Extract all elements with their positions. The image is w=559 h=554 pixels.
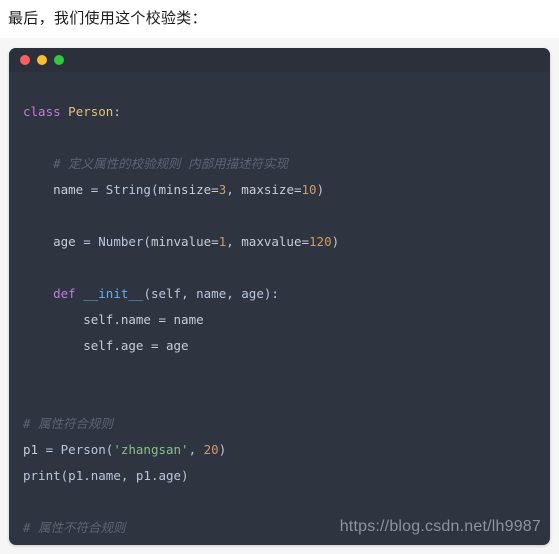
token-print-call: print [23, 467, 61, 483]
token-params-init: (self, name, age): [143, 285, 279, 301]
token-function-init: __init__ [83, 285, 144, 301]
token-comment-rules: # 定义属性的校验规则 内部用描述符实现 [53, 155, 289, 171]
token-comma-2: , [226, 233, 242, 249]
code-block: class Person: # 定义属性的校验规则 内部用描述符实现 name … [9, 48, 550, 545]
token-class-name: Person [68, 103, 114, 119]
token-attr-name: name [53, 181, 84, 197]
token-paren-close-3: ) [218, 441, 227, 457]
token-call-string: String [105, 181, 151, 197]
token-colon: : [113, 103, 121, 119]
token-num-10: 10 [301, 181, 317, 197]
code-line-13: # 属性符合规则 [23, 411, 550, 437]
code-line-10: self.age = age [23, 333, 550, 359]
token-print-args: (p1.name, p1.age) [60, 467, 189, 483]
code-line-3: # 定义属性的校验规则 内部用描述符实现 [23, 151, 550, 177]
code-line-18: p2 = person('a', 20) [23, 541, 550, 546]
watermark-url: https://blog.csdn.net/lh9987 [339, 518, 541, 535]
token-comma-1: , [226, 181, 242, 197]
token-keyword-class: class [23, 103, 61, 119]
token-paren-close-2: ) [331, 233, 340, 249]
close-dot-icon[interactable] [20, 55, 30, 65]
code-line-14: p1 = Person('zhangsan', 20) [23, 437, 550, 463]
token-num-120: 120 [309, 233, 332, 249]
code-line-15: print(p1.name, p1.age) [23, 463, 550, 489]
token-var-p1: p1 [23, 441, 39, 457]
minimize-dot-icon[interactable] [37, 55, 47, 65]
token-paren-close-1: ) [316, 181, 325, 197]
token-keyword-def: def [53, 285, 76, 301]
token-attr-age: age [53, 233, 76, 249]
code-line-8: def __init__(self, name, age): [23, 281, 550, 307]
token-comma-3: , [188, 441, 204, 457]
token-self-age-assign: self.age = age [83, 337, 189, 353]
token-arg-minvalue: minvalue= [150, 233, 219, 249]
token-num-20-1: 20 [203, 441, 219, 457]
token-eq-3: = [38, 441, 61, 457]
code-line-1: class Person: [23, 99, 550, 125]
code-line-6: age = Number(minvalue=1, maxvalue=120) [23, 229, 550, 255]
code-content[interactable]: class Person: # 定义属性的校验规则 内部用描述符实现 name … [9, 85, 550, 546]
token-arg-maxvalue: maxvalue= [241, 233, 310, 249]
token-arg-minsize: minsize= [158, 181, 219, 197]
token-comment-ok: # 属性符合规则 [23, 415, 114, 431]
token-call-number: Number [98, 233, 144, 249]
token-eq-1: = [83, 181, 106, 197]
token-paren-open-2: ( [143, 233, 151, 249]
token-arg-maxsize: maxsize= [241, 181, 302, 197]
code-line-4: name = String(minsize=3, maxsize=10) [23, 177, 550, 203]
token-comment-bad: # 属性不符合规则 [23, 519, 126, 535]
token-self-name-assign: self.name = name [83, 311, 204, 327]
page-root: 最后，我们使用这个校验类： class Person: # 定义属性的校验规则 … [0, 0, 559, 554]
token-str-zhangsan-1: 'zhangsan' [113, 441, 189, 457]
intro-paragraph: 最后，我们使用这个校验类： [8, 9, 207, 27]
code-window-titlebar [9, 48, 550, 72]
code-line-9: self.name = name [23, 307, 550, 333]
maximize-dot-icon[interactable] [54, 55, 64, 65]
token-eq-2: = [75, 233, 99, 249]
token-call-person-1: Person [60, 441, 106, 457]
